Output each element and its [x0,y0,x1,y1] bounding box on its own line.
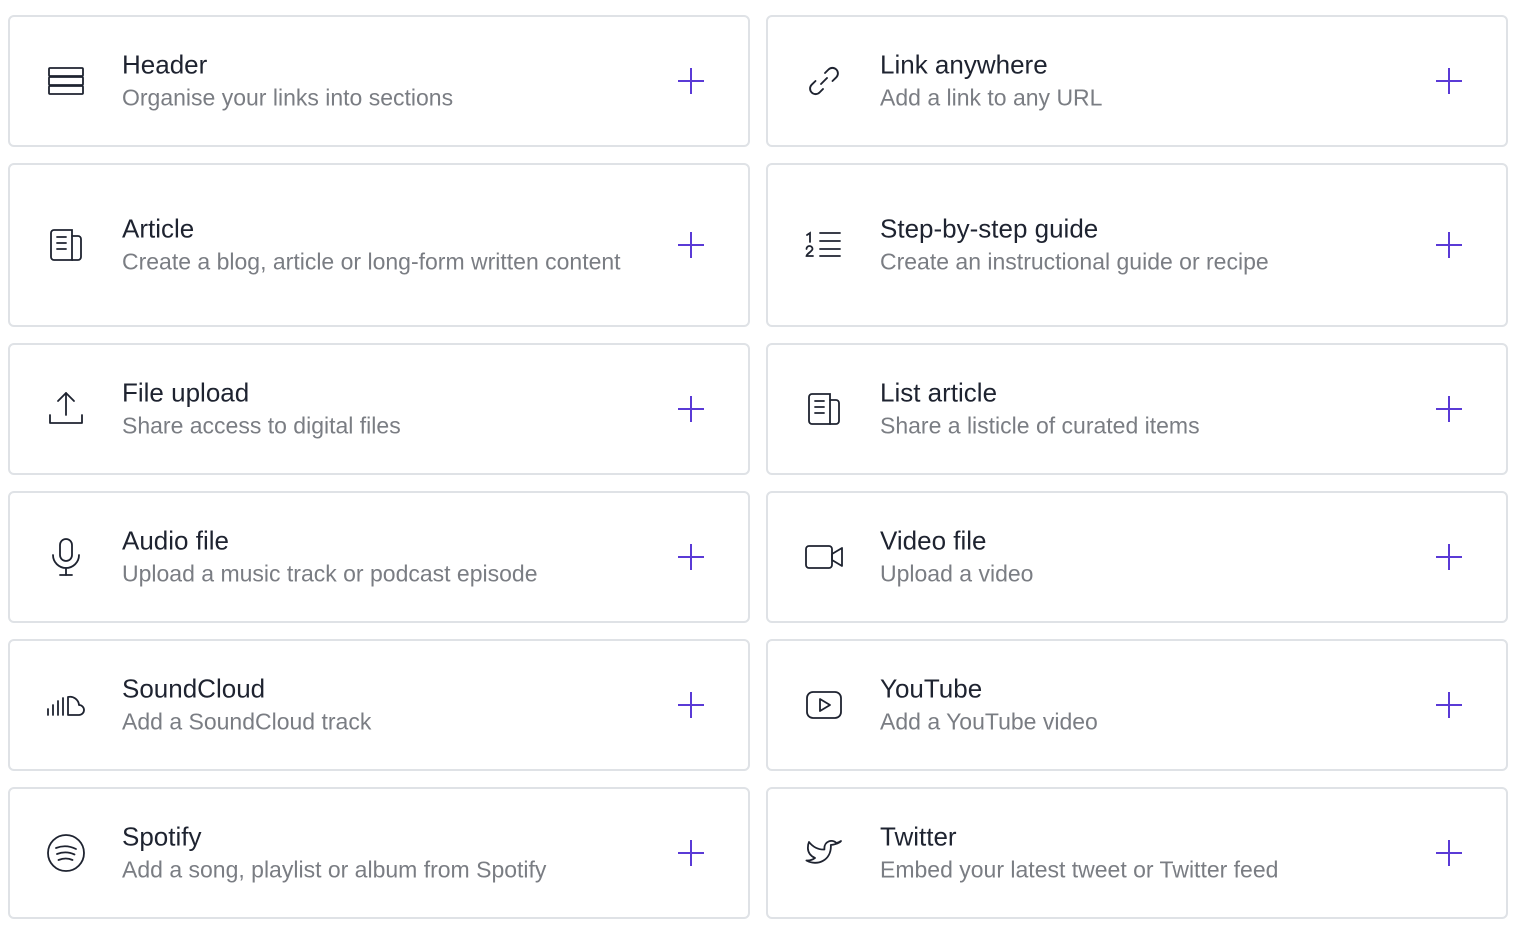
block-title: Header [122,49,208,80]
block-card-text: Spotify Add a song, playlist or album fr… [122,821,628,886]
block-title: YouTube [880,673,983,704]
block-description: Upload a video [880,560,1034,587]
numbered-list-icon [804,225,844,265]
add-plus-icon[interactable] [676,690,706,720]
block-title: SoundCloud [122,673,266,704]
article-icon [46,225,86,265]
block-title: Spotify [122,821,202,852]
block-card-text: Header Organise your links into sections [122,49,628,114]
block-card-text: Audio file Upload a music track or podca… [122,525,628,590]
block-description: Upload a music track or podcast episode [122,560,538,587]
block-title: Video file [880,525,987,556]
add-plus-icon[interactable] [1434,542,1464,572]
block-description: Add a SoundCloud track [122,708,372,735]
block-card-spotify[interactable]: Spotify Add a song, playlist or album fr… [8,787,750,919]
block-title: Article [122,213,195,244]
block-description: Create a blog, article or long-form writ… [122,248,621,275]
block-card-step-by-step-guide[interactable]: Step-by-step guide Create an instruction… [766,163,1508,327]
link-icon [804,61,844,101]
block-card-twitter[interactable]: Twitter Embed your latest tweet or Twitt… [766,787,1508,919]
block-card-text: YouTube Add a YouTube video [880,673,1386,738]
add-plus-icon[interactable] [1434,230,1464,260]
list-article-icon [804,389,844,429]
upload-icon [46,389,86,429]
block-card-text: SoundCloud Add a SoundCloud track [122,673,628,738]
block-card-soundcloud[interactable]: SoundCloud Add a SoundCloud track [8,639,750,771]
block-card-text: Article Create a blog, article or long-f… [122,213,628,278]
add-plus-icon[interactable] [676,66,706,96]
block-title: Twitter [880,821,957,852]
twitter-icon [804,833,844,873]
block-card-youtube[interactable]: YouTube Add a YouTube video [766,639,1508,771]
block-description: Add a link to any URL [880,84,1103,111]
block-card-link-anywhere[interactable]: Link anywhere Add a link to any URL [766,15,1508,147]
block-description: Add a YouTube video [880,708,1098,735]
block-card-text: File upload Share access to digital file… [122,377,628,442]
block-card-file-upload[interactable]: File upload Share access to digital file… [8,343,750,475]
block-card-article[interactable]: Article Create a blog, article or long-f… [8,163,750,327]
block-card-text: Twitter Embed your latest tweet or Twitt… [880,821,1386,886]
block-card-text: Step-by-step guide Create an instruction… [880,213,1386,278]
block-title: Step-by-step guide [880,213,1099,244]
block-card-audio-file[interactable]: Audio file Upload a music track or podca… [8,491,750,623]
block-title: Link anywhere [880,49,1048,80]
add-plus-icon[interactable] [1434,690,1464,720]
spotify-icon [46,833,86,873]
block-title: File upload [122,377,250,408]
video-camera-icon [804,537,844,577]
block-card-text: Video file Upload a video [880,525,1386,590]
soundcloud-icon [46,685,86,725]
block-card-header[interactable]: Header Organise your links into sections [8,15,750,147]
add-plus-icon[interactable] [1434,66,1464,96]
add-plus-icon[interactable] [1434,838,1464,868]
block-description: Organise your links into sections [122,84,454,111]
add-plus-icon[interactable] [1434,394,1464,424]
microphone-icon [46,537,86,577]
block-description: Share a listicle of curated items [880,412,1200,439]
add-plus-icon[interactable] [676,230,706,260]
add-plus-icon[interactable] [676,838,706,868]
youtube-icon [804,685,844,725]
block-description: Create an instructional guide or recipe [880,248,1269,275]
block-card-list-article[interactable]: List article Share a listicle of curated… [766,343,1508,475]
block-description: Share access to digital files [122,412,401,439]
add-plus-icon[interactable] [676,542,706,572]
add-plus-icon[interactable] [676,394,706,424]
block-title: List article [880,377,998,408]
block-picker-grid: Header Organise your links into sections… [0,0,1518,944]
block-card-text: Link anywhere Add a link to any URL [880,49,1386,114]
header-icon [46,61,86,101]
block-card-video-file[interactable]: Video file Upload a video [766,491,1508,623]
block-description: Add a song, playlist or album from Spoti… [122,856,547,883]
block-title: Audio file [122,525,229,556]
block-card-text: List article Share a listicle of curated… [880,377,1386,442]
block-description: Embed your latest tweet or Twitter feed [880,856,1279,883]
